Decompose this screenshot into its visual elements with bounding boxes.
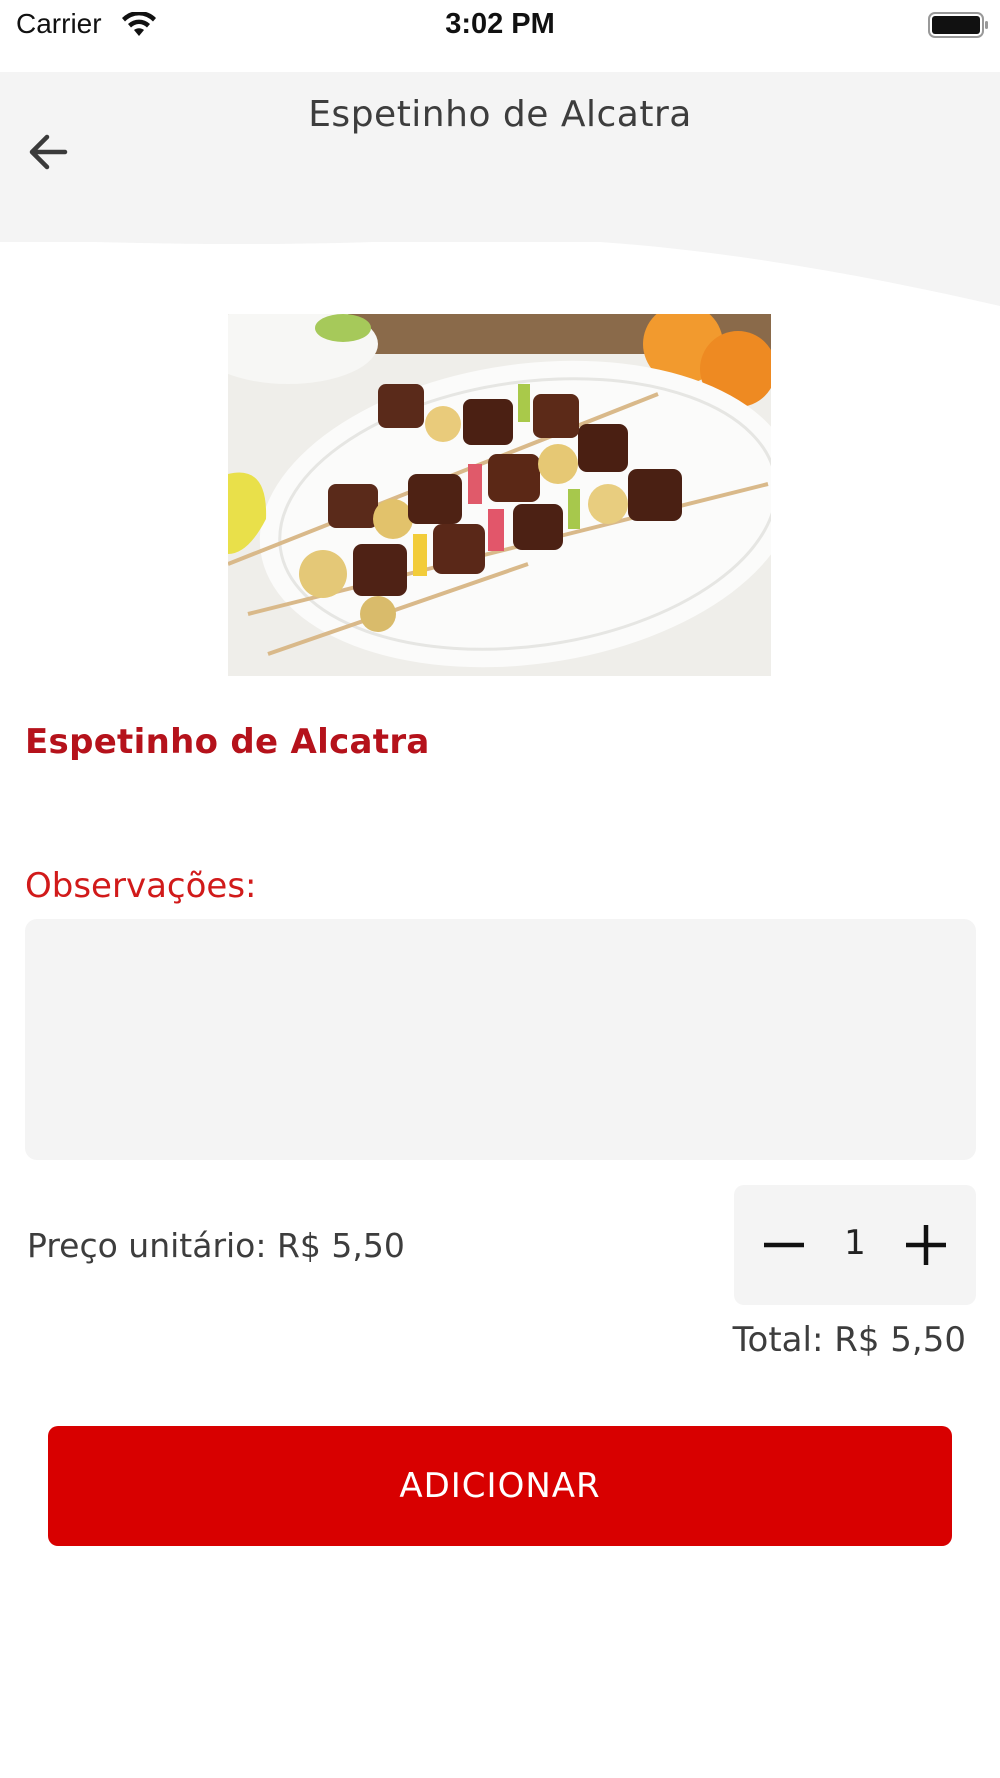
increase-quantity-button[interactable]	[896, 1215, 956, 1275]
minus-icon	[764, 1242, 804, 1248]
observations-label: Observações:	[25, 866, 257, 906]
quantity-stepper: 1	[734, 1185, 976, 1305]
battery-icon	[928, 12, 988, 38]
page-title: Espetinho de Alcatra	[308, 94, 692, 135]
header-wave-decoration	[0, 190, 1000, 306]
status-bar: Carrier 3:02 PM	[0, 0, 1000, 72]
product-name: Espetinho de Alcatra	[25, 722, 430, 762]
arrow-left-icon	[29, 134, 68, 170]
plus-icon	[906, 1225, 946, 1265]
decrease-quantity-button[interactable]	[754, 1215, 814, 1275]
observations-field[interactable]	[25, 919, 976, 1160]
skewers-photo	[228, 314, 771, 676]
clock: 3:02 PM	[445, 8, 555, 40]
product-detail-screen: Carrier 3:02 PM Espetinho de Alcatra Esp…	[0, 0, 1000, 1778]
total-price: Total: R$ 5,50	[732, 1320, 966, 1360]
unit-price: Preço unitário: R$ 5,50	[27, 1226, 405, 1265]
quantity-value: 1	[844, 1223, 866, 1263]
add-button[interactable]: ADICIONAR	[48, 1426, 952, 1546]
product-image	[228, 314, 771, 676]
